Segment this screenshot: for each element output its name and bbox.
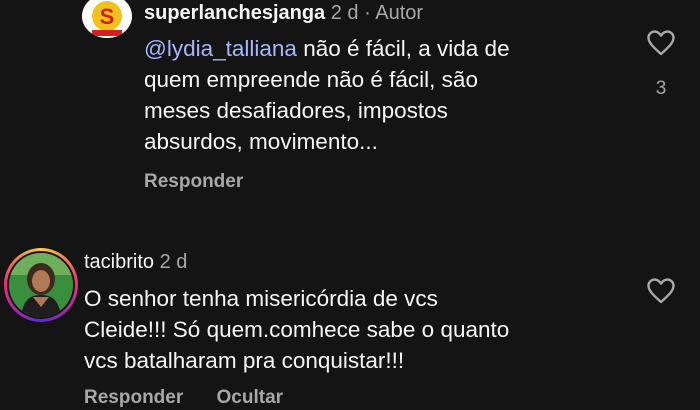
comment-line: meses desafiadores, impostos [144,98,448,123]
comment-header: superlanchesjanga 2 d · Autor [144,2,423,25]
comment-line: absurdos, movimento... [144,129,378,154]
timestamp: 2 d [330,2,359,24]
username[interactable]: superlanchesjanga [144,2,325,24]
author-badge: Autor [375,2,424,24]
comment-text: @lydia_talliana não é fácil, a vida de q… [144,33,510,157]
comment-header: tacibrito 2 d [84,251,187,274]
comment-actions: Responder Ocultar [84,387,311,409]
hide-button[interactable]: Ocultar [217,387,284,408]
comment-actions: Responder [144,171,271,193]
username[interactable]: tacibrito [84,251,154,273]
separator: · [364,2,371,24]
profile-photo [9,253,73,317]
brand-logo-icon: S [82,0,132,38]
mention-link[interactable]: @lydia_talliana [144,36,297,61]
comment-line: O senhor tenha misericórdia de vcs [84,286,438,311]
logo-letter: S [100,4,115,29]
reply-button[interactable]: Responder [144,171,243,192]
story-ring[interactable] [4,248,78,322]
comment-text: O senhor tenha misericórdia de vcs Cleid… [84,283,509,376]
avatar[interactable]: S [82,0,132,38]
comment-line: vcs batalharam pra conquistar!!! [84,348,405,373]
heart-outline-icon[interactable] [647,278,675,304]
heart-outline-icon[interactable] [647,30,675,56]
comment-line: Cleide!!! Só quem.comhece sabe o quanto [84,317,510,342]
timestamp: 2 d [159,251,188,273]
like-count: 3 [655,78,667,99]
reply-button[interactable]: Responder [84,387,183,408]
avatar [9,253,73,317]
comment-line: quem empreende não é fácil, são [144,67,478,92]
comment-line: @lydia_talliana não é fácil, a vida de [144,36,510,61]
